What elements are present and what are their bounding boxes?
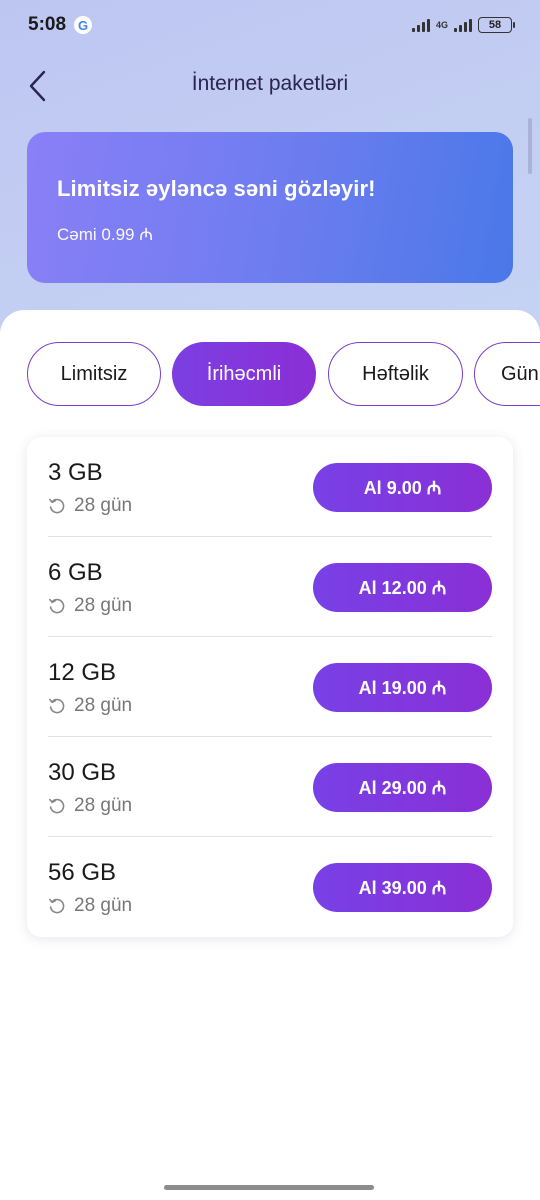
package-row: 12 GB 28 gün Al 19.00 ₼ bbox=[48, 637, 492, 737]
package-duration: 28 gün bbox=[48, 795, 132, 817]
package-row: 30 GB 28 gün Al 29.00 ₼ bbox=[48, 737, 492, 837]
package-row: 6 GB 28 gün Al 12.00 ₼ bbox=[48, 537, 492, 637]
buy-button-6gb[interactable]: Al 12.00 ₼ bbox=[313, 563, 492, 612]
promo-banner[interactable]: Limitsiz əyləncə səni gözləyir! Cəmi 0.9… bbox=[27, 132, 513, 283]
scrollbar[interactable] bbox=[528, 118, 532, 174]
banner-subtitle: Cəmi 0.99 ₼ bbox=[57, 225, 153, 244]
duration-text: 28 gün bbox=[74, 895, 133, 916]
package-duration: 28 gün bbox=[48, 495, 132, 517]
status-bar: 5:08 G 4G 58 bbox=[0, 0, 540, 50]
network-type-label: 4G bbox=[435, 19, 448, 30]
banner-title: Limitsiz əyləncə səni gözləyir! bbox=[57, 176, 376, 201]
signal-icon-2 bbox=[454, 18, 472, 32]
duration-text: 28 gün bbox=[74, 595, 133, 616]
tab-label: Həftəlik bbox=[362, 362, 429, 385]
package-size: 56 GB bbox=[48, 859, 117, 886]
app-header: İnternet paketləri bbox=[0, 56, 540, 116]
status-icons: 4G 58 bbox=[411, 17, 515, 33]
tab-label: Limitsiz bbox=[60, 362, 128, 385]
google-icon: G bbox=[74, 16, 93, 34]
signal-icon bbox=[411, 18, 430, 32]
package-size: 30 GB bbox=[48, 759, 117, 786]
renew-icon bbox=[49, 698, 65, 714]
status-time: 5:08 bbox=[28, 14, 67, 35]
renew-icon bbox=[49, 898, 65, 914]
buy-button-12gb[interactable]: Al 19.00 ₼ bbox=[313, 663, 492, 712]
package-list: 3 GB 28 gün Al 9.00 ₼ 6 GB 28 gün Al 12.… bbox=[27, 437, 513, 937]
package-size: 3 GB bbox=[48, 459, 103, 486]
battery-icon: 58 bbox=[478, 17, 515, 33]
renew-icon bbox=[49, 598, 65, 614]
tab-heftelik[interactable]: Həftəlik bbox=[328, 342, 463, 406]
package-duration: 28 gün bbox=[48, 595, 132, 617]
tab-label: Gün bbox=[501, 362, 539, 385]
duration-text: 28 gün bbox=[74, 495, 133, 516]
package-size: 12 GB bbox=[48, 659, 117, 686]
duration-text: 28 gün bbox=[74, 795, 133, 816]
category-tabs: Limitsiz İrihəcmli Həftəlik Gün bbox=[27, 342, 540, 408]
package-row: 3 GB 28 gün Al 9.00 ₼ bbox=[48, 437, 492, 537]
renew-icon bbox=[49, 498, 65, 514]
buy-button-30gb[interactable]: Al 29.00 ₼ bbox=[313, 763, 492, 812]
buy-button-3gb[interactable]: Al 9.00 ₼ bbox=[313, 463, 492, 512]
tab-irihecmli[interactable]: İrihəcmli bbox=[172, 342, 316, 406]
tab-gun[interactable]: Gün bbox=[474, 342, 540, 406]
package-duration: 28 gün bbox=[48, 895, 132, 917]
buy-button-56gb[interactable]: Al 39.00 ₼ bbox=[313, 863, 492, 912]
page-title: İnternet paketləri bbox=[191, 72, 349, 95]
package-duration: 28 gün bbox=[48, 695, 132, 717]
tab-label: İrihəcmli bbox=[206, 362, 282, 385]
renew-icon bbox=[49, 798, 65, 814]
home-indicator[interactable] bbox=[164, 1185, 374, 1190]
tab-limitsiz[interactable]: Limitsiz bbox=[27, 342, 161, 406]
packages-sheet: Limitsiz İrihəcmli Həftəlik Gün 3 GB 28 … bbox=[0, 310, 540, 1200]
package-row: 56 GB 28 gün Al 39.00 ₼ bbox=[48, 837, 492, 937]
package-size: 6 GB bbox=[48, 559, 103, 586]
duration-text: 28 gün bbox=[74, 695, 133, 716]
